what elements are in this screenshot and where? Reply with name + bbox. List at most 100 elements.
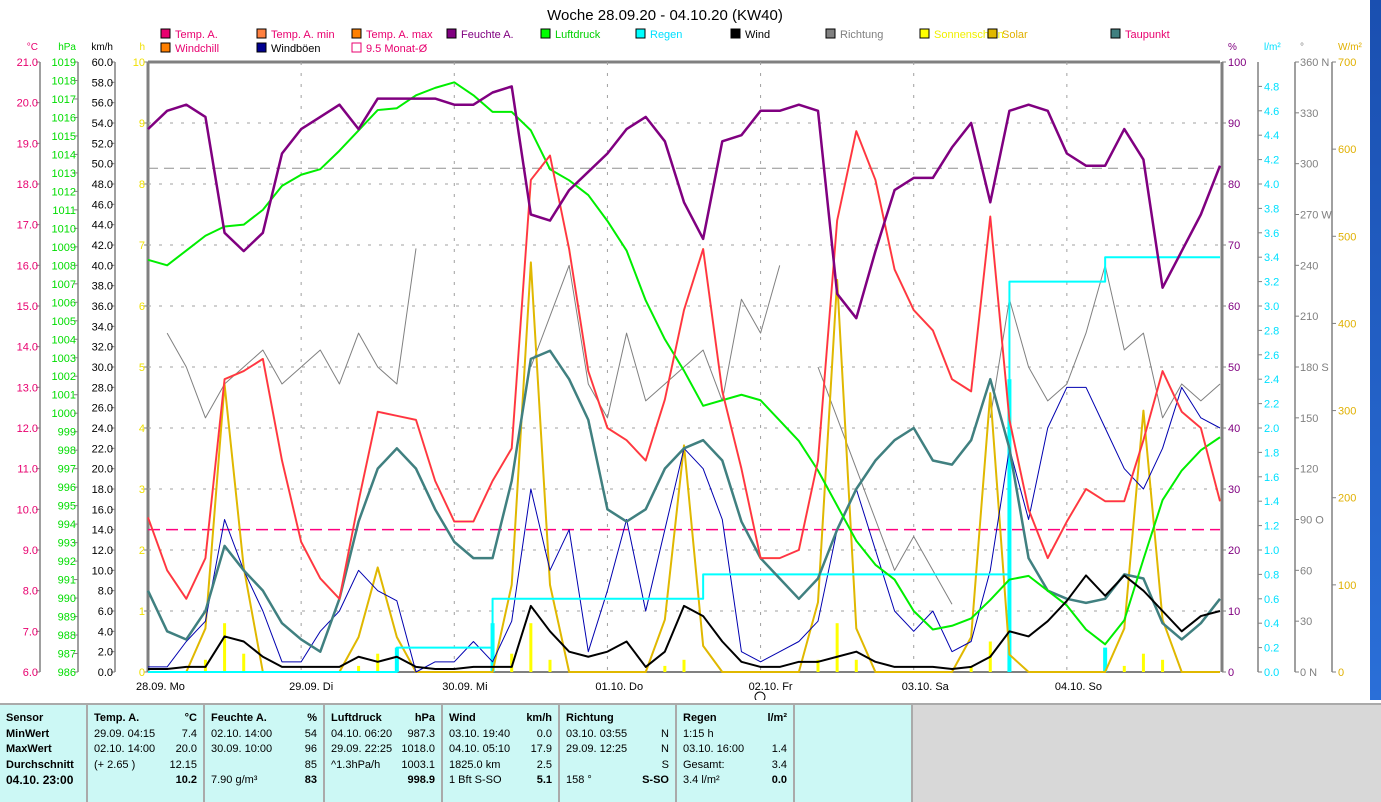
pressure-tick-label: 1001 xyxy=(52,390,76,402)
rain-tick-label: 4.2 xyxy=(1264,155,1279,167)
stats-value: 1.4 xyxy=(771,743,787,755)
legend-item: Windböen xyxy=(271,43,321,55)
pressure-tick-label: 986 xyxy=(58,667,76,679)
stats-column: Regen l/m² 1:15 h 03.10. 16:00 1.4 Gesamt: 3.4… xyxy=(677,705,795,802)
legend: Temp. A. Temp. A. min Temp. A. max Feuchte … xyxy=(160,28,1170,55)
temp-tick-label: 11.0 xyxy=(17,464,38,476)
stats-row: (+ 2.65 ) 12.15 xyxy=(94,758,197,774)
humidity-tick-label: 90 xyxy=(1228,118,1240,130)
pressure-tick-label: 1019 xyxy=(52,57,76,69)
rain-tick-label: 2.8 xyxy=(1264,325,1279,337)
wind-tick-label: 44.0 xyxy=(92,220,113,232)
cursor-marker[interactable] xyxy=(754,691,766,700)
wind-tick-label: 42.0 xyxy=(92,240,113,252)
legend-item: Feuchte A. xyxy=(461,29,514,41)
humidity-tick-label: 80 xyxy=(1228,179,1240,191)
stats-label: Gesamt: xyxy=(683,758,725,771)
rain-tick-label: 0.6 xyxy=(1264,594,1279,606)
legend-item: Regen xyxy=(650,29,682,41)
pressure-tick-label: 1008 xyxy=(52,260,76,272)
pressure-tick-label: 1012 xyxy=(52,186,76,198)
stats-row: 7.90 g/m³ 83 xyxy=(211,773,317,789)
solar-line xyxy=(148,261,1220,673)
pressure-tick-label: 998 xyxy=(58,445,76,457)
stats-row: 1 Bft S-SO 5.1 xyxy=(449,773,552,789)
stats-value: S-SO xyxy=(642,774,669,786)
solar-tick-label: 400 xyxy=(1338,318,1356,330)
wind-tick-label: 18.0 xyxy=(92,484,113,496)
wind-tick-label: 4.0 xyxy=(98,626,113,638)
wind-tick-label: 60.0 xyxy=(92,57,113,69)
humidity-line xyxy=(147,85,1222,320)
wind-tick-label: 46.0 xyxy=(92,199,113,211)
stats-value: 3.4 xyxy=(771,758,787,771)
legend-item: Temp. A. min xyxy=(271,29,335,41)
wind-tick-label: 36.0 xyxy=(92,301,113,313)
stats-label: 29.09. 12:25 xyxy=(566,743,628,755)
solar-tick-label: 0 xyxy=(1338,667,1344,679)
stats-row: 29.09. 12:25 N xyxy=(566,742,669,758)
stats-value: 998.9 xyxy=(407,774,435,786)
stats-value: 20.0 xyxy=(175,743,197,755)
rain-tick-label: 4.0 xyxy=(1264,179,1279,191)
pressure-tick-label: 988 xyxy=(58,630,76,642)
wind-tick-label: 50.0 xyxy=(92,159,113,171)
pressure-tick-label: 1003 xyxy=(52,353,76,365)
stats-value: 17.9 xyxy=(530,743,552,755)
legend-swatch xyxy=(446,28,457,39)
direction-tick-label: 60 xyxy=(1300,565,1312,577)
sun-tick-label: 3 xyxy=(139,484,145,496)
legend-item: Taupunkt xyxy=(1125,29,1170,41)
wind-tick-label: 24.0 xyxy=(92,423,113,435)
column-unit: km/h xyxy=(526,712,552,724)
sensor-header: Sensor xyxy=(6,712,44,724)
day-label: 02.10. Fr xyxy=(749,681,793,693)
stats-value: N xyxy=(661,727,669,740)
stats-label: 1 Bft S-SO xyxy=(449,774,502,786)
sun-tick-label: 9 xyxy=(139,118,145,130)
sunshine-bar xyxy=(223,623,227,672)
temp-tick-label: 19.0 xyxy=(17,138,38,150)
temp-tick-label: 18.0 xyxy=(17,179,38,191)
desktop-edge xyxy=(1370,0,1381,700)
stats-label: 1825.0 km xyxy=(449,758,501,771)
stats-label: 03.10. 16:00 xyxy=(683,743,745,755)
pressure-tick-label: 993 xyxy=(58,538,76,550)
temp-tick-label: 12.0 xyxy=(17,423,38,435)
stats-label: 3.4 l/m² xyxy=(683,774,720,786)
legend-swatch xyxy=(987,28,998,39)
stats-value: 7.4 xyxy=(181,727,197,740)
stats-value: 1003.1 xyxy=(401,758,435,771)
wind-tick-label: 6.0 xyxy=(98,606,113,618)
temp-tick-label: 6.0 xyxy=(23,667,38,679)
stats-column: Feuchte A.% 02.10. 14:00 54 30.09. 10:00 96 8… xyxy=(205,705,325,802)
rain-tick-label: 2.4 xyxy=(1264,374,1279,386)
day-label: 29.09. Di xyxy=(289,681,333,693)
humidity-tick-label: 20 xyxy=(1228,545,1240,557)
wind-tick-label: 0.0 xyxy=(98,667,113,679)
avg-label: Durchschnitt xyxy=(6,758,74,771)
temp-tick-label: 21.0 xyxy=(17,57,38,69)
stats-column: Richtung 03.10. 03:55 N 29.09. 12:25 N S 158 °… xyxy=(560,705,677,802)
wind-axis-unit: km/h xyxy=(91,42,113,53)
humidity-tick-label: 50 xyxy=(1228,362,1240,374)
direction-tick-label: 180 S xyxy=(1300,362,1329,374)
pressure-tick-label: 989 xyxy=(58,612,76,624)
sun-tick-label: 1 xyxy=(139,606,145,618)
sunshine-bar xyxy=(548,659,552,672)
legend-swatch xyxy=(825,28,836,39)
wind-tick-label: 30.0 xyxy=(92,362,113,374)
stats-value: 10.2 xyxy=(175,774,197,786)
stats-label: 04.10. 06:20 xyxy=(331,727,393,740)
wind-line xyxy=(148,574,1221,670)
stats-row: 03.10. 16:00 1.4 xyxy=(683,742,787,758)
day-label: 01.10. Do xyxy=(595,681,643,693)
legend-swatch xyxy=(160,42,171,53)
wind-tick-label: 40.0 xyxy=(92,260,113,272)
sunshine-bar xyxy=(835,623,839,672)
sunshine-bar xyxy=(1122,665,1126,672)
legend-swatch xyxy=(1110,28,1121,39)
stats-label: ^1.3hPa/h xyxy=(331,758,381,771)
legend-swatch xyxy=(256,28,267,39)
pressure-tick-label: 1014 xyxy=(52,149,76,161)
